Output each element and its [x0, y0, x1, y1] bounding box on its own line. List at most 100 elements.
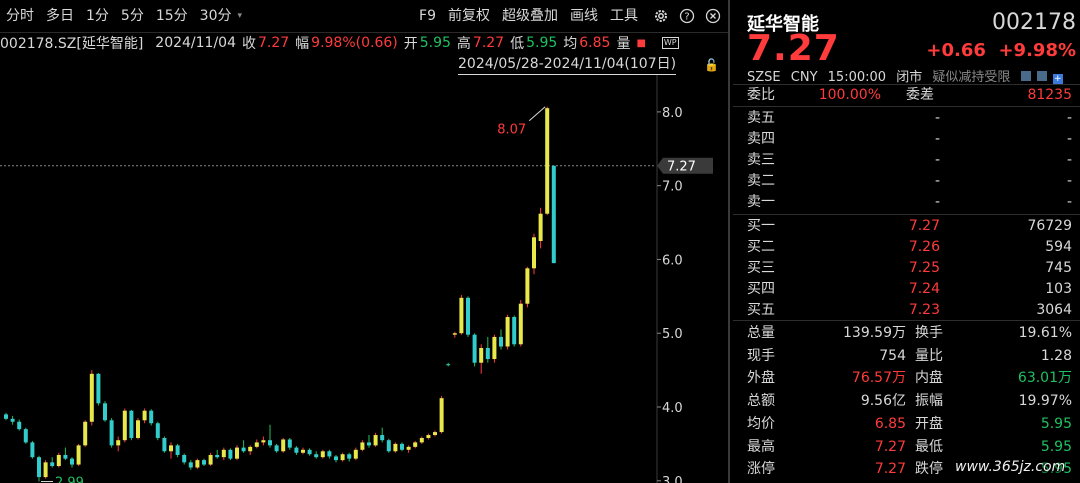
- candle[interactable]: [545, 106, 550, 216]
- more-periods-dropdown[interactable]: ▾: [238, 11, 251, 21]
- ask-row[interactable]: 卖四 - -: [733, 129, 1076, 150]
- candle[interactable]: [30, 440, 35, 459]
- candle[interactable]: [287, 437, 292, 450]
- candle[interactable]: [63, 447, 68, 461]
- candle[interactable]: [492, 334, 497, 363]
- tab-intraday[interactable]: 分时: [0, 0, 40, 32]
- draw-button[interactable]: 画线: [564, 0, 604, 32]
- candle[interactable]: [228, 448, 233, 461]
- candle[interactable]: [452, 331, 457, 338]
- candle[interactable]: [70, 457, 74, 468]
- candle[interactable]: [56, 452, 61, 468]
- bid-row[interactable]: 买四 7.24 103: [733, 279, 1076, 300]
- candle[interactable]: [202, 458, 206, 467]
- candle[interactable]: [208, 452, 213, 467]
- candle[interactable]: [76, 443, 81, 467]
- candle[interactable]: [23, 427, 28, 444]
- edit-icon[interactable]: [1020, 71, 1031, 81]
- candle[interactable]: [512, 315, 517, 347]
- candle[interactable]: [314, 451, 319, 459]
- candle[interactable]: [50, 457, 55, 468]
- candle[interactable]: [538, 207, 543, 249]
- candle[interactable]: [340, 452, 345, 462]
- candle[interactable]: [274, 443, 279, 453]
- candle[interactable]: [4, 412, 8, 421]
- candle[interactable]: [294, 446, 299, 455]
- candle[interactable]: [353, 447, 358, 461]
- wp-icon[interactable]: WP: [661, 37, 679, 49]
- candle[interactable]: [261, 436, 266, 446]
- candle[interactable]: [241, 440, 246, 453]
- candle[interactable]: [129, 409, 134, 441]
- candle[interactable]: [518, 300, 523, 347]
- candle[interactable]: [380, 427, 385, 443]
- tab-5min[interactable]: 5分: [115, 0, 150, 32]
- candle[interactable]: [248, 445, 253, 455]
- candle[interactable]: [459, 294, 464, 335]
- tab-multiday[interactable]: 多日: [40, 0, 80, 32]
- candle[interactable]: [334, 454, 338, 463]
- candle[interactable]: [235, 445, 239, 461]
- candle[interactable]: [109, 418, 114, 448]
- candle[interactable]: [320, 449, 325, 459]
- candle[interactable]: [307, 448, 312, 456]
- candle[interactable]: [142, 408, 147, 424]
- candle[interactable]: [89, 370, 94, 426]
- candle[interactable]: [373, 432, 378, 447]
- candle[interactable]: [393, 442, 398, 453]
- candle[interactable]: [479, 344, 484, 374]
- candle[interactable]: [505, 314, 510, 350]
- candle[interactable]: [281, 437, 286, 453]
- candle[interactable]: [169, 442, 173, 459]
- f9-button[interactable]: F9: [413, 0, 442, 32]
- candle[interactable]: [162, 436, 167, 453]
- candle[interactable]: [413, 440, 418, 449]
- adjust-button[interactable]: 前复权: [442, 0, 496, 32]
- candle[interactable]: [386, 438, 391, 453]
- candle[interactable]: [83, 420, 88, 447]
- candle[interactable]: [116, 436, 121, 452]
- candle[interactable]: [347, 452, 352, 462]
- candle[interactable]: [367, 435, 371, 448]
- candle[interactable]: [400, 442, 404, 452]
- candle[interactable]: [155, 421, 160, 441]
- gear-icon[interactable]: [652, 7, 670, 25]
- candle[interactable]: [301, 447, 305, 455]
- candle[interactable]: [221, 447, 226, 461]
- bid-row[interactable]: 买二 7.26 594: [733, 237, 1076, 258]
- candle[interactable]: [195, 458, 200, 469]
- candle[interactable]: [426, 433, 431, 440]
- candle[interactable]: [360, 440, 365, 452]
- candle[interactable]: [96, 373, 101, 406]
- candle[interactable]: [175, 443, 180, 458]
- candle[interactable]: [525, 266, 530, 308]
- lock-icon[interactable]: 🔓: [704, 58, 719, 72]
- tab-15min[interactable]: 15分: [150, 0, 194, 32]
- help-icon[interactable]: ?: [678, 7, 696, 25]
- candle[interactable]: [149, 409, 154, 426]
- tools-button[interactable]: 工具: [604, 0, 644, 32]
- candle[interactable]: [419, 436, 424, 444]
- candle[interactable]: [37, 455, 41, 482]
- settings-icon[interactable]: [1036, 71, 1047, 81]
- candle[interactable]: [532, 233, 536, 275]
- candle[interactable]: [182, 453, 187, 465]
- candle[interactable]: [499, 329, 503, 350]
- candle[interactable]: [122, 408, 127, 443]
- candle[interactable]: [433, 430, 437, 437]
- ask-row[interactable]: 卖三 - -: [733, 150, 1076, 171]
- candle[interactable]: [439, 395, 444, 434]
- candle[interactable]: [17, 419, 22, 431]
- ask-row[interactable]: 卖一 - -: [733, 192, 1076, 213]
- candle[interactable]: [551, 165, 556, 264]
- bid-row[interactable]: 买五 7.23 3064: [733, 300, 1076, 321]
- tab-30min[interactable]: 30分: [194, 0, 238, 32]
- candle[interactable]: [136, 418, 140, 440]
- ask-row[interactable]: 卖二 - -: [733, 171, 1076, 192]
- bid-row[interactable]: 买一 7.27 76729: [733, 216, 1076, 237]
- candle[interactable]: [103, 401, 107, 422]
- bid-row[interactable]: 买三 7.25 745: [733, 258, 1076, 279]
- candle[interactable]: [485, 336, 490, 363]
- candle[interactable]: [327, 449, 332, 459]
- candle[interactable]: [254, 439, 259, 449]
